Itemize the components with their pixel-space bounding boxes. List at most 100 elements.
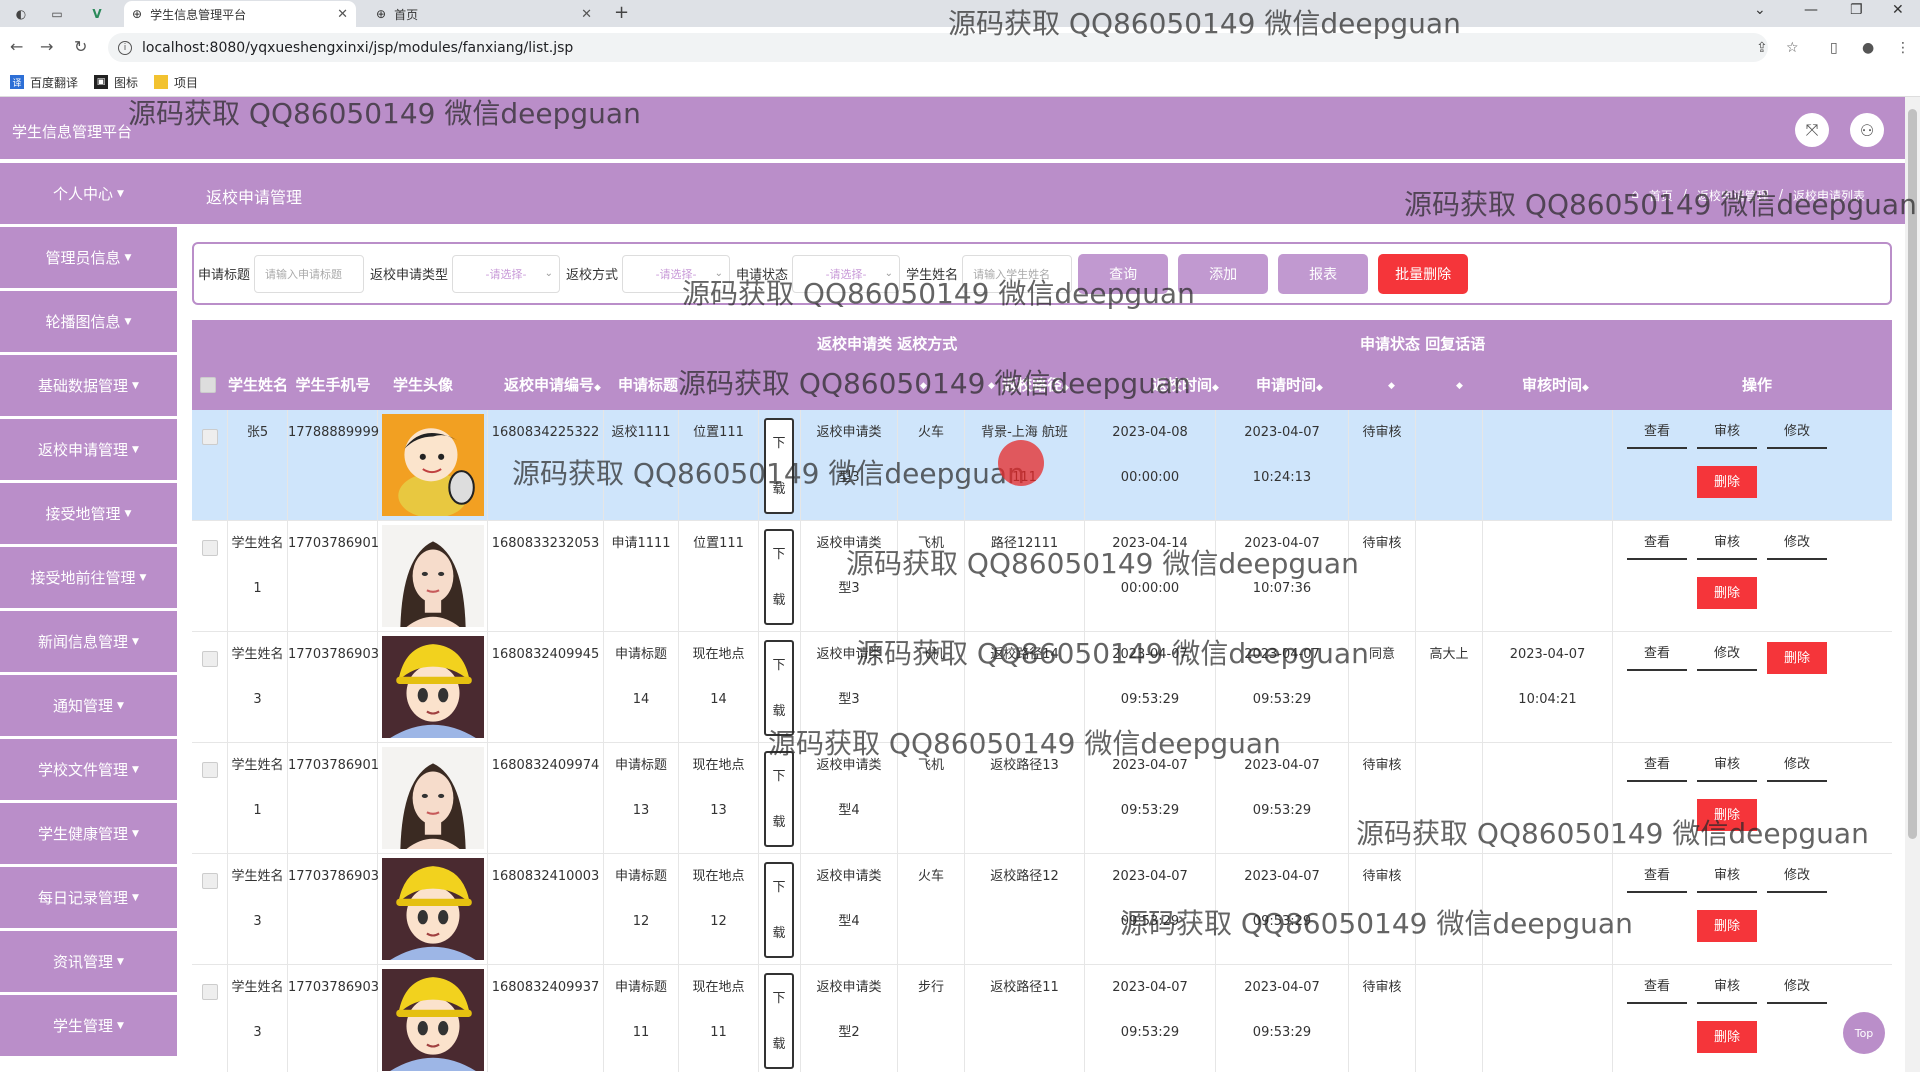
status-select[interactable]: -请选择- ⌄ bbox=[792, 254, 901, 293]
menu-icon[interactable]: ⋮ bbox=[1896, 40, 1910, 56]
back-to-top-button[interactable]: Top bbox=[1843, 1012, 1885, 1054]
edit-button[interactable]: 修改 bbox=[1767, 526, 1827, 560]
page-scrollbar[interactable] bbox=[1905, 97, 1920, 1072]
share-icon[interactable]: ⇪ bbox=[1756, 40, 1768, 56]
restore-icon[interactable]: ❐ bbox=[1850, 2, 1863, 18]
col-apply-time[interactable]: 申请时间◆ bbox=[1256, 374, 1323, 395]
title-input[interactable]: 请输入申请标题 bbox=[254, 254, 365, 293]
download-button[interactable]: 下载 bbox=[764, 751, 794, 847]
info-icon[interactable]: i bbox=[118, 40, 132, 55]
edit-button[interactable]: 修改 bbox=[1767, 748, 1827, 782]
add-button[interactable]: 添加 bbox=[1178, 253, 1269, 294]
delete-button[interactable]: 删除 bbox=[1697, 577, 1757, 609]
col-phone[interactable]: 学生手机号 bbox=[288, 374, 378, 395]
sidebar-item-admin[interactable]: 管理员信息 ▼ bbox=[0, 227, 177, 288]
review-button[interactable]: 审核 bbox=[1697, 748, 1757, 782]
edit-button[interactable]: 修改 bbox=[1697, 637, 1757, 671]
close-icon[interactable]: ✕ bbox=[581, 7, 592, 22]
col-review-time[interactable]: 审核时间◆ bbox=[1522, 374, 1589, 395]
type-select[interactable]: -请选择- ⌄ bbox=[452, 254, 561, 293]
sidebar-item-carousel[interactable]: 轮播图信息 ▼ bbox=[0, 291, 177, 352]
col-code[interactable]: 返校申请编号◆ bbox=[504, 374, 601, 395]
tab-search-icon[interactable]: ⌄ bbox=[1754, 2, 1766, 18]
view-button[interactable]: 查看 bbox=[1627, 526, 1687, 560]
download-button[interactable]: 下载 bbox=[764, 418, 794, 514]
delete-button[interactable]: 删除 bbox=[1697, 799, 1757, 831]
window-close-icon[interactable]: ✕ bbox=[1892, 2, 1904, 18]
col-status-sort[interactable]: ◆ bbox=[1388, 374, 1395, 392]
review-button[interactable]: 审核 bbox=[1697, 970, 1757, 1004]
row-checkbox[interactable] bbox=[201, 429, 218, 445]
back-icon[interactable]: ← bbox=[10, 37, 23, 56]
edit-button[interactable]: 修改 bbox=[1767, 970, 1827, 1004]
col-type-sort[interactable]: ◆ bbox=[920, 374, 927, 392]
bookmark-item[interactable]: 译 百度翻译 bbox=[10, 74, 78, 91]
delete-button[interactable]: 删除 bbox=[1767, 642, 1827, 674]
mode-select[interactable]: -请选择- ⌄ bbox=[622, 254, 731, 293]
select-all-checkbox[interactable] bbox=[200, 377, 216, 393]
view-button[interactable]: 查看 bbox=[1627, 637, 1687, 671]
download-button[interactable]: 下载 bbox=[764, 529, 794, 625]
forward-icon[interactable]: → bbox=[40, 37, 53, 56]
view-button[interactable]: 查看 bbox=[1627, 415, 1687, 449]
edit-button[interactable]: 修改 bbox=[1767, 859, 1827, 893]
query-button[interactable]: 查询 bbox=[1078, 253, 1169, 294]
download-button[interactable]: 下载 bbox=[764, 862, 794, 958]
batch-delete-button[interactable]: 批量删除 bbox=[1378, 253, 1469, 294]
report-button[interactable]: 报表 bbox=[1278, 253, 1369, 294]
user-icon[interactable]: ⚇ bbox=[1850, 113, 1884, 147]
sidebar-item-info[interactable]: 资讯管理 ▼ bbox=[0, 931, 177, 992]
sidebar-item-news[interactable]: 新闻信息管理 ▼ bbox=[0, 611, 177, 672]
profile-icon[interactable]: ● bbox=[1862, 40, 1874, 56]
sidebar-item-students[interactable]: 学生管理 ▼ bbox=[0, 995, 177, 1056]
delete-button[interactable]: 删除 bbox=[1697, 1021, 1757, 1053]
sidebar-item-basic-data[interactable]: 基础数据管理 ▼ bbox=[0, 355, 177, 416]
sidepanel-icon[interactable]: ▯ bbox=[1830, 40, 1838, 56]
bookmark-item[interactable]: 项目 bbox=[154, 74, 198, 91]
row-checkbox[interactable] bbox=[201, 873, 218, 889]
name-input[interactable]: 请输入学生姓名 bbox=[962, 254, 1073, 293]
review-button[interactable]: 审核 bbox=[1697, 859, 1757, 893]
bookmark-item[interactable]: ▣ 图标 bbox=[94, 74, 138, 91]
col-route[interactable]: 返校路径◆ bbox=[1002, 374, 1069, 395]
checkbox[interactable] bbox=[200, 377, 216, 393]
view-button[interactable]: 查看 bbox=[1627, 748, 1687, 782]
sidebar-item-receiving-place[interactable]: 接受地管理 ▼ bbox=[0, 483, 177, 544]
row-checkbox[interactable] bbox=[201, 540, 218, 556]
scroll-thumb[interactable] bbox=[1908, 109, 1917, 839]
edit-button[interactable]: 修改 bbox=[1767, 415, 1827, 449]
col-start-time[interactable]: 返校时间◆ bbox=[1152, 374, 1219, 395]
tab-main[interactable]: ⊕ 学生信息管理平台 ✕ bbox=[124, 1, 356, 27]
url-field[interactable]: i localhost:8080/yqxueshengxinxi/jsp/mod… bbox=[108, 33, 1768, 62]
row-checkbox[interactable] bbox=[201, 984, 218, 1000]
sidebar-item-health[interactable]: 学生健康管理 ▼ bbox=[0, 803, 177, 864]
col-mode-sort[interactable]: ◆ bbox=[988, 374, 995, 392]
breadcrumb-home[interactable]: 首页 bbox=[1649, 187, 1673, 204]
col-title[interactable]: 申请标题 bbox=[618, 374, 678, 395]
row-checkbox[interactable] bbox=[201, 762, 218, 778]
sidebar-item-notice[interactable]: 通知管理 ▼ bbox=[0, 675, 177, 736]
sidebar-item-school-files[interactable]: 学校文件管理 ▼ bbox=[0, 739, 177, 800]
sidebar-item-receiving-trip[interactable]: 接受地前往管理 ▼ bbox=[0, 547, 177, 608]
sidebar-item-return-apply[interactable]: 返校申请管理 ▼ bbox=[0, 419, 177, 480]
browser-profile-icon[interactable]: ◐ bbox=[10, 4, 32, 24]
col-name[interactable]: 学生姓名 bbox=[228, 374, 288, 395]
reload-icon[interactable]: ↻ bbox=[74, 37, 87, 56]
vue-favicon-icon[interactable]: V bbox=[86, 4, 108, 24]
sidebar-item-personal-center[interactable]: 个人中心 ▼ bbox=[0, 163, 177, 224]
tab-group-icon[interactable]: ▭ bbox=[46, 4, 68, 24]
view-button[interactable]: 查看 bbox=[1627, 970, 1687, 1004]
delete-button[interactable]: 删除 bbox=[1697, 910, 1757, 942]
minimize-icon[interactable]: — bbox=[1804, 2, 1818, 18]
sidebar-item-daily-record[interactable]: 每日记录管理 ▼ bbox=[0, 867, 177, 928]
fullscreen-icon[interactable]: ⤧ bbox=[1795, 113, 1829, 147]
delete-button[interactable]: 删除 bbox=[1697, 466, 1757, 498]
tab-home[interactable]: ⊕ 首页 ✕ bbox=[368, 1, 600, 27]
download-button[interactable]: 下载 bbox=[764, 973, 794, 1069]
col-reply-sort[interactable]: ◆ bbox=[1456, 374, 1463, 392]
star-icon[interactable]: ☆ bbox=[1786, 40, 1799, 56]
new-tab-icon[interactable]: + bbox=[614, 2, 629, 23]
breadcrumb-module[interactable]: 返校申请管理 bbox=[1697, 187, 1769, 204]
download-button[interactable]: 下载 bbox=[764, 640, 794, 736]
close-icon[interactable]: ✕ bbox=[337, 7, 348, 22]
